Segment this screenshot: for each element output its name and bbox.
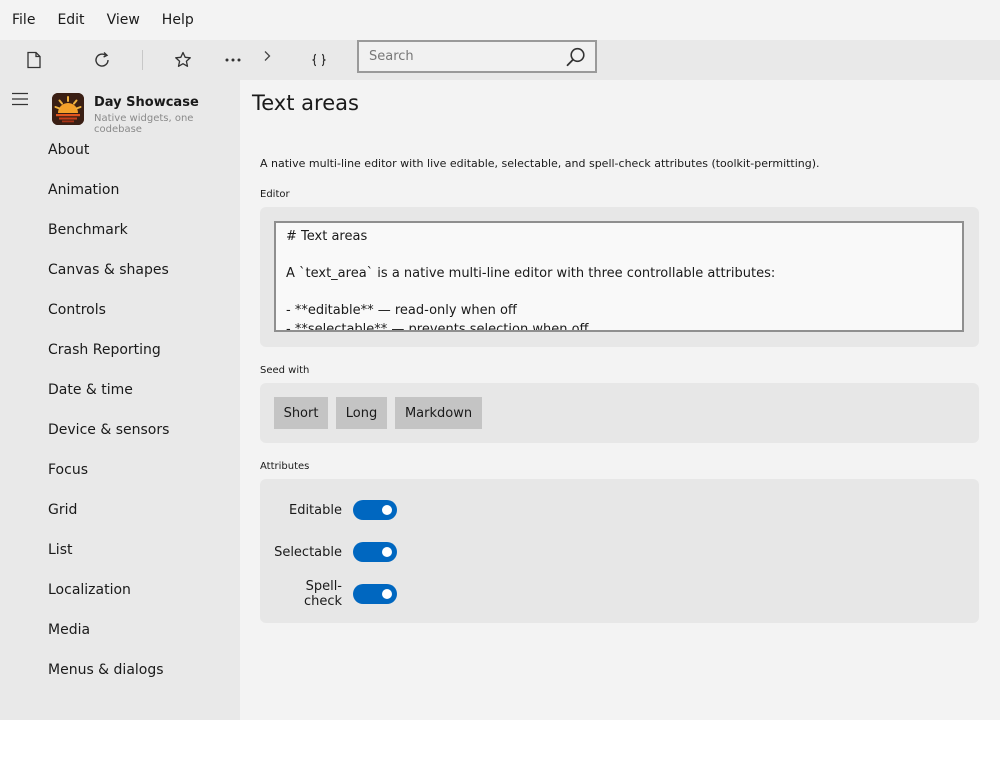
sidebar-item-animation[interactable]: Animation <box>0 170 240 210</box>
seed-section-label: Seed with <box>260 365 310 376</box>
attribute-row-spell-check: Spell-check <box>274 579 397 609</box>
selectable-label: Selectable <box>274 544 342 560</box>
page-description: A native multi-line editor with live edi… <box>260 157 820 170</box>
seed-short-button[interactable]: Short <box>274 397 328 429</box>
toggle-knob <box>382 505 392 515</box>
sidebar: Day Showcase Native widgets, one codebas… <box>0 80 240 720</box>
sidebar-item-device-sensors[interactable]: Device & sensors <box>0 410 240 450</box>
sidebar-item-benchmark[interactable]: Benchmark <box>0 210 240 250</box>
editor-line: # Text areas <box>286 229 368 244</box>
editor-line: - **editable** — read-only when off <box>286 303 517 318</box>
main-content: Text areas A native multi-line editor wi… <box>240 80 1000 720</box>
sidebar-item-focus[interactable]: Focus <box>0 450 240 490</box>
search-box[interactable] <box>357 40 597 73</box>
sidebar-item-media[interactable]: Media <box>0 610 240 650</box>
menu-bar: File Edit View Help <box>0 0 1000 40</box>
app-window: File Edit View Help Search Day Showcase … <box>0 0 1000 720</box>
editable-label: Editable <box>288 502 342 518</box>
braces-icon[interactable] <box>307 48 331 72</box>
star-icon[interactable] <box>171 48 195 72</box>
spell-check-toggle[interactable] <box>353 584 397 604</box>
menu-view[interactable]: View <box>107 12 140 28</box>
attributes-section-label: Attributes <box>260 461 310 472</box>
spell-check-label: Spell-check <box>303 579 342 609</box>
seed-card: Short Long Markdown <box>260 383 979 443</box>
text-area-editor[interactable]: # Text areas A `text_area` is a native m… <box>274 221 964 332</box>
editor-line: - **selectable** — prevents selection wh… <box>286 321 589 332</box>
search-input[interactable] <box>359 49 559 64</box>
more-icon[interactable] <box>221 48 245 72</box>
seed-long-button[interactable]: Long <box>336 397 387 429</box>
editor-section-label: Editor <box>260 189 290 200</box>
editable-toggle[interactable] <box>353 500 397 520</box>
editor-card: # Text areas A `text_area` is a native m… <box>260 207 979 347</box>
search-icon[interactable] <box>565 46 587 68</box>
new-document-icon[interactable] <box>22 48 46 72</box>
sidebar-item-grid[interactable]: Grid <box>0 490 240 530</box>
attribute-row-editable: Editable <box>274 498 397 522</box>
sidebar-item-localization[interactable]: Localization <box>0 570 240 610</box>
attribute-row-selectable: Selectable <box>274 540 397 564</box>
sidebar-item-controls[interactable]: Controls <box>0 290 240 330</box>
sidebar-item-menus-dialogs[interactable]: Menus & dialogs <box>0 650 240 690</box>
sidebar-item-crash-reporting[interactable]: Crash Reporting <box>0 330 240 370</box>
toolbar-separator <box>142 50 143 70</box>
seed-markdown-button[interactable]: Markdown <box>395 397 482 429</box>
menu-edit[interactable]: Edit <box>57 12 84 28</box>
sidebar-item-date-time[interactable]: Date & time <box>0 370 240 410</box>
sidebar-nav: About Animation Benchmark Canvas & shape… <box>0 130 240 690</box>
editor-line: A `text_area` is a native multi-line edi… <box>286 266 776 281</box>
sidebar-item-list[interactable]: List <box>0 530 240 570</box>
menu-help[interactable]: Help <box>162 12 194 28</box>
menu-file[interactable]: File <box>12 12 35 28</box>
toggle-knob <box>382 589 392 599</box>
page-title: Text areas <box>252 91 359 115</box>
sidebar-item-canvas-shapes[interactable]: Canvas & shapes <box>0 250 240 290</box>
app-logo <box>52 93 84 125</box>
chevron-right-icon[interactable] <box>255 44 279 68</box>
refresh-icon[interactable] <box>90 48 114 72</box>
sidebar-item-about[interactable]: About <box>0 130 240 170</box>
attributes-card: Editable Selectable Spell-check <box>260 479 979 623</box>
hamburger-menu-icon[interactable] <box>12 92 30 106</box>
toggle-knob <box>382 547 392 557</box>
toolbar <box>0 40 1000 80</box>
app-name: Day Showcase <box>94 95 199 110</box>
selectable-toggle[interactable] <box>353 542 397 562</box>
